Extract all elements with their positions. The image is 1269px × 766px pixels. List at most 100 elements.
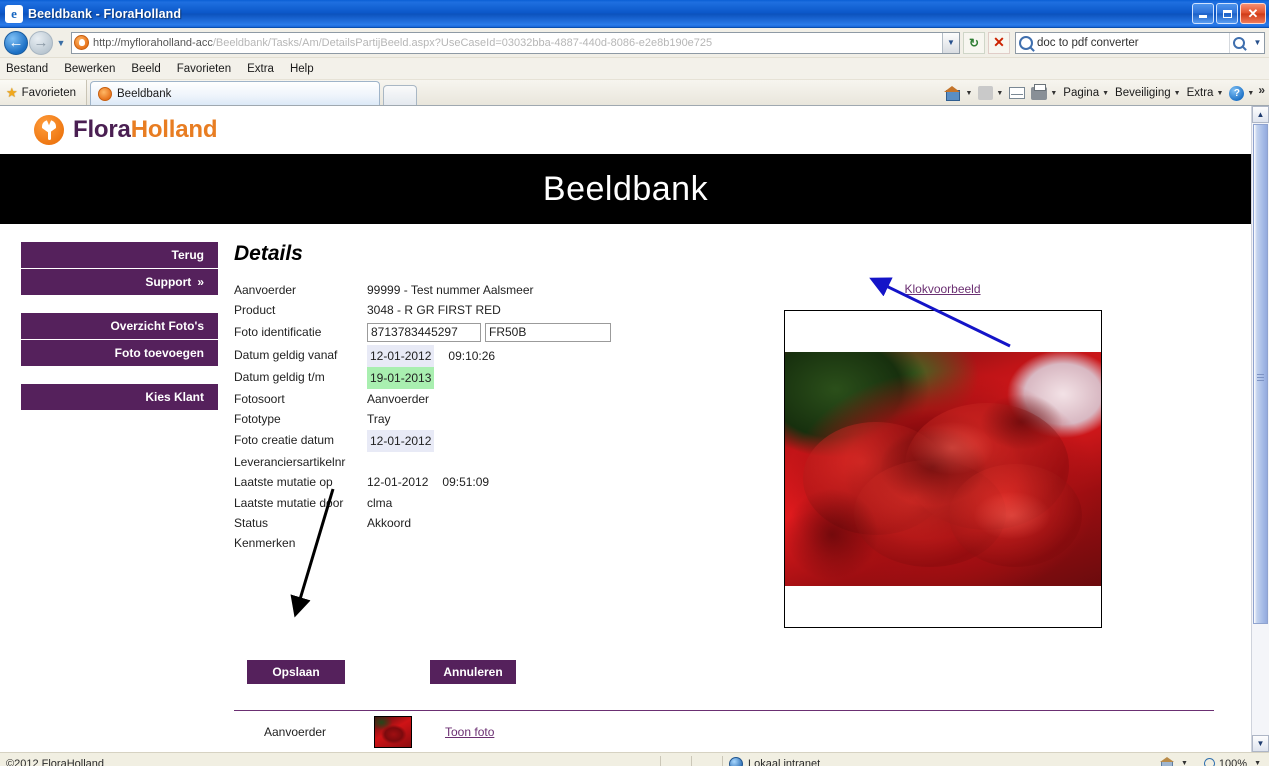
new-tab-button[interactable] [383,85,417,105]
chevron-right-icon: » [197,275,204,289]
sidebar-item-support[interactable]: Support » [21,269,218,295]
address-bar-url: http://myfloraholland-acc/Beeldbank/Task… [93,36,713,49]
vertical-scrollbar[interactable]: ▲ ▼ [1251,106,1269,752]
command-bar: ▼ ▼ ▼ Pagina ▼ Beveiliging ▼ Extra ▼ ? ▼ » [943,83,1265,103]
overflow-chevron-icon[interactable]: » [1258,83,1265,97]
home-button[interactable]: ▼ [943,85,974,101]
page-banner: Beeldbank [0,154,1251,224]
menu-item-favorieten[interactable]: Favorieten [177,63,231,75]
sidebar-item-terug[interactable]: Terug [21,242,218,269]
zoom-level-label: 100% [1218,757,1248,766]
details-field-list: Aanvoerder 99999 - Test nummer Aalsmeer … [234,280,654,628]
chevron-down-icon[interactable]: ▼ [1247,90,1254,97]
zoom-control[interactable]: ▼ 100% ▼ [1159,756,1261,766]
browser-navigation-bar: ← → ▼ http://myfloraholland-acc/Beeldban… [0,28,1269,58]
feeds-button[interactable]: ▼ [976,86,1005,100]
search-provider-dropdown-icon[interactable]: ▼ [1251,33,1264,53]
chevron-down-icon[interactable]: ▼ [1050,90,1057,97]
toon-foto-link[interactable]: Toon foto [445,725,494,739]
field-label: Datum geldig t/m [234,369,325,384]
minimize-button[interactable] [1192,3,1214,24]
scrollbar-grip-icon [1257,374,1264,381]
chevron-down-icon[interactable]: ▼ [1216,90,1223,97]
field-row-status: Status Akkoord [234,513,654,533]
status-copyright: ©2012 FloraHolland [6,757,104,766]
field-value-time: 09:10:26 [448,348,496,363]
scrollbar-thumb[interactable] [1253,124,1268,624]
search-input[interactable]: doc to pdf converter [1037,37,1229,49]
security-zone[interactable]: Lokaal intranet [723,753,826,766]
save-button[interactable]: Opslaan [247,660,345,684]
printer-icon [1031,83,1048,100]
search-submit-icon[interactable] [1229,32,1251,53]
status-spacer-2 [692,753,722,766]
sidebar-item-label: Overzicht Foto's [110,319,204,333]
status-spacer-1 [661,753,691,766]
cancel-button[interactable]: Annuleren [430,660,516,684]
menu-item-beeld[interactable]: Beeld [131,63,160,75]
scrollbar-track[interactable] [1252,123,1269,735]
command-item-beveiliging[interactable]: Beveiliging ▼ [1113,87,1183,99]
back-icon[interactable]: ← [4,30,28,55]
print-button[interactable]: ▼ [1029,83,1059,100]
address-bar[interactable]: http://myfloraholland-acc/Beeldbank/Task… [71,31,960,54]
site-logo-band: FloraHolland [0,106,1251,154]
field-label: Product [234,303,276,318]
sidebar-group-photos: Overzicht Foto's Foto toevoegen [21,313,218,366]
stop-icon[interactable]: ✕ [988,31,1010,54]
sidebar-item-kies-klant[interactable]: Kies Klant [21,384,218,410]
history-dropdown-icon[interactable]: ▼ [54,32,68,54]
sidebar-item-foto-toevoegen[interactable]: Foto toevoegen [21,340,218,366]
refresh-icon[interactable]: ↻ [963,31,985,54]
foto-identificatie-input[interactable]: 8713783445297 [367,323,481,343]
field-value-date: 19-01-2013 [367,366,435,390]
search-box[interactable]: doc to pdf converter ▼ [1015,31,1265,54]
menu-item-bestand[interactable]: Bestand [6,63,48,75]
close-button[interactable]: ✕ [1240,3,1266,24]
menu-item-extra[interactable]: Extra [247,63,274,75]
photo-thumbnail[interactable] [374,716,412,748]
menu-item-bewerken[interactable]: Bewerken [64,63,115,75]
sidebar-item-label: Support [145,275,192,289]
chevron-down-icon[interactable]: ▼ [1102,90,1109,97]
scroll-down-button[interactable]: ▼ [1252,735,1269,752]
menu-item-help[interactable]: Help [290,63,314,75]
rss-icon [978,86,994,100]
status-bar: ©2012 FloraHolland Lokaal intranet ▼ 100… [0,752,1269,766]
chevron-down-icon[interactable]: ▼ [1254,760,1261,766]
field-row-aanvoerder: Aanvoerder 99999 - Test nummer Aalsmeer [234,280,654,300]
protected-mode-icon [1159,756,1174,766]
browser-tab-beeldbank[interactable]: Beeldbank [90,81,380,105]
field-value: clma [367,495,393,510]
site-favicon-icon [74,35,89,50]
favorites-label: Favorieten [21,86,76,99]
chevron-down-icon[interactable]: ▼ [1174,90,1181,97]
forward-icon[interactable]: → [29,30,53,55]
window-title: Beeldbank - FloraHolland [28,6,182,21]
command-item-extra[interactable]: Extra ▼ [1185,87,1226,99]
foto-code-input[interactable]: FR50B [485,323,611,343]
tab-label: Beeldbank [117,87,172,100]
field-label: Fototype [234,412,281,427]
restore-button[interactable] [1216,3,1238,24]
mail-button[interactable] [1007,87,1027,99]
scroll-up-button[interactable]: ▲ [1252,106,1269,123]
command-label: Beveiliging [1115,87,1171,99]
chevron-down-icon[interactable]: ▼ [1181,760,1188,766]
window-controls: ✕ [1192,3,1266,24]
search-icon [1019,35,1033,50]
favorites-button[interactable]: ★ Favorieten [0,80,87,105]
command-item-pagina[interactable]: Pagina ▼ [1061,87,1111,99]
address-dropdown-icon[interactable]: ▼ [942,32,959,53]
field-label: Kenmerken [234,536,296,551]
field-value-date: 12-01-2012 [367,344,435,367]
help-icon: ? [1229,85,1245,101]
sidebar-item-overzicht-fotos[interactable]: Overzicht Foto's [21,313,218,340]
chevron-down-icon[interactable]: ▼ [965,90,972,97]
klokvoorbeeld-link[interactable]: Klokvoorbeeld [904,282,980,296]
form-actions: Opslaan Annuleren [234,660,1231,684]
site-logo-text[interactable]: FloraHolland [73,116,217,144]
help-button[interactable]: ? ▼ [1227,85,1256,101]
field-row-foto-creatie-datum: Foto creatie datum 12-01-2012 [234,429,654,453]
chevron-down-icon[interactable]: ▼ [996,90,1003,97]
